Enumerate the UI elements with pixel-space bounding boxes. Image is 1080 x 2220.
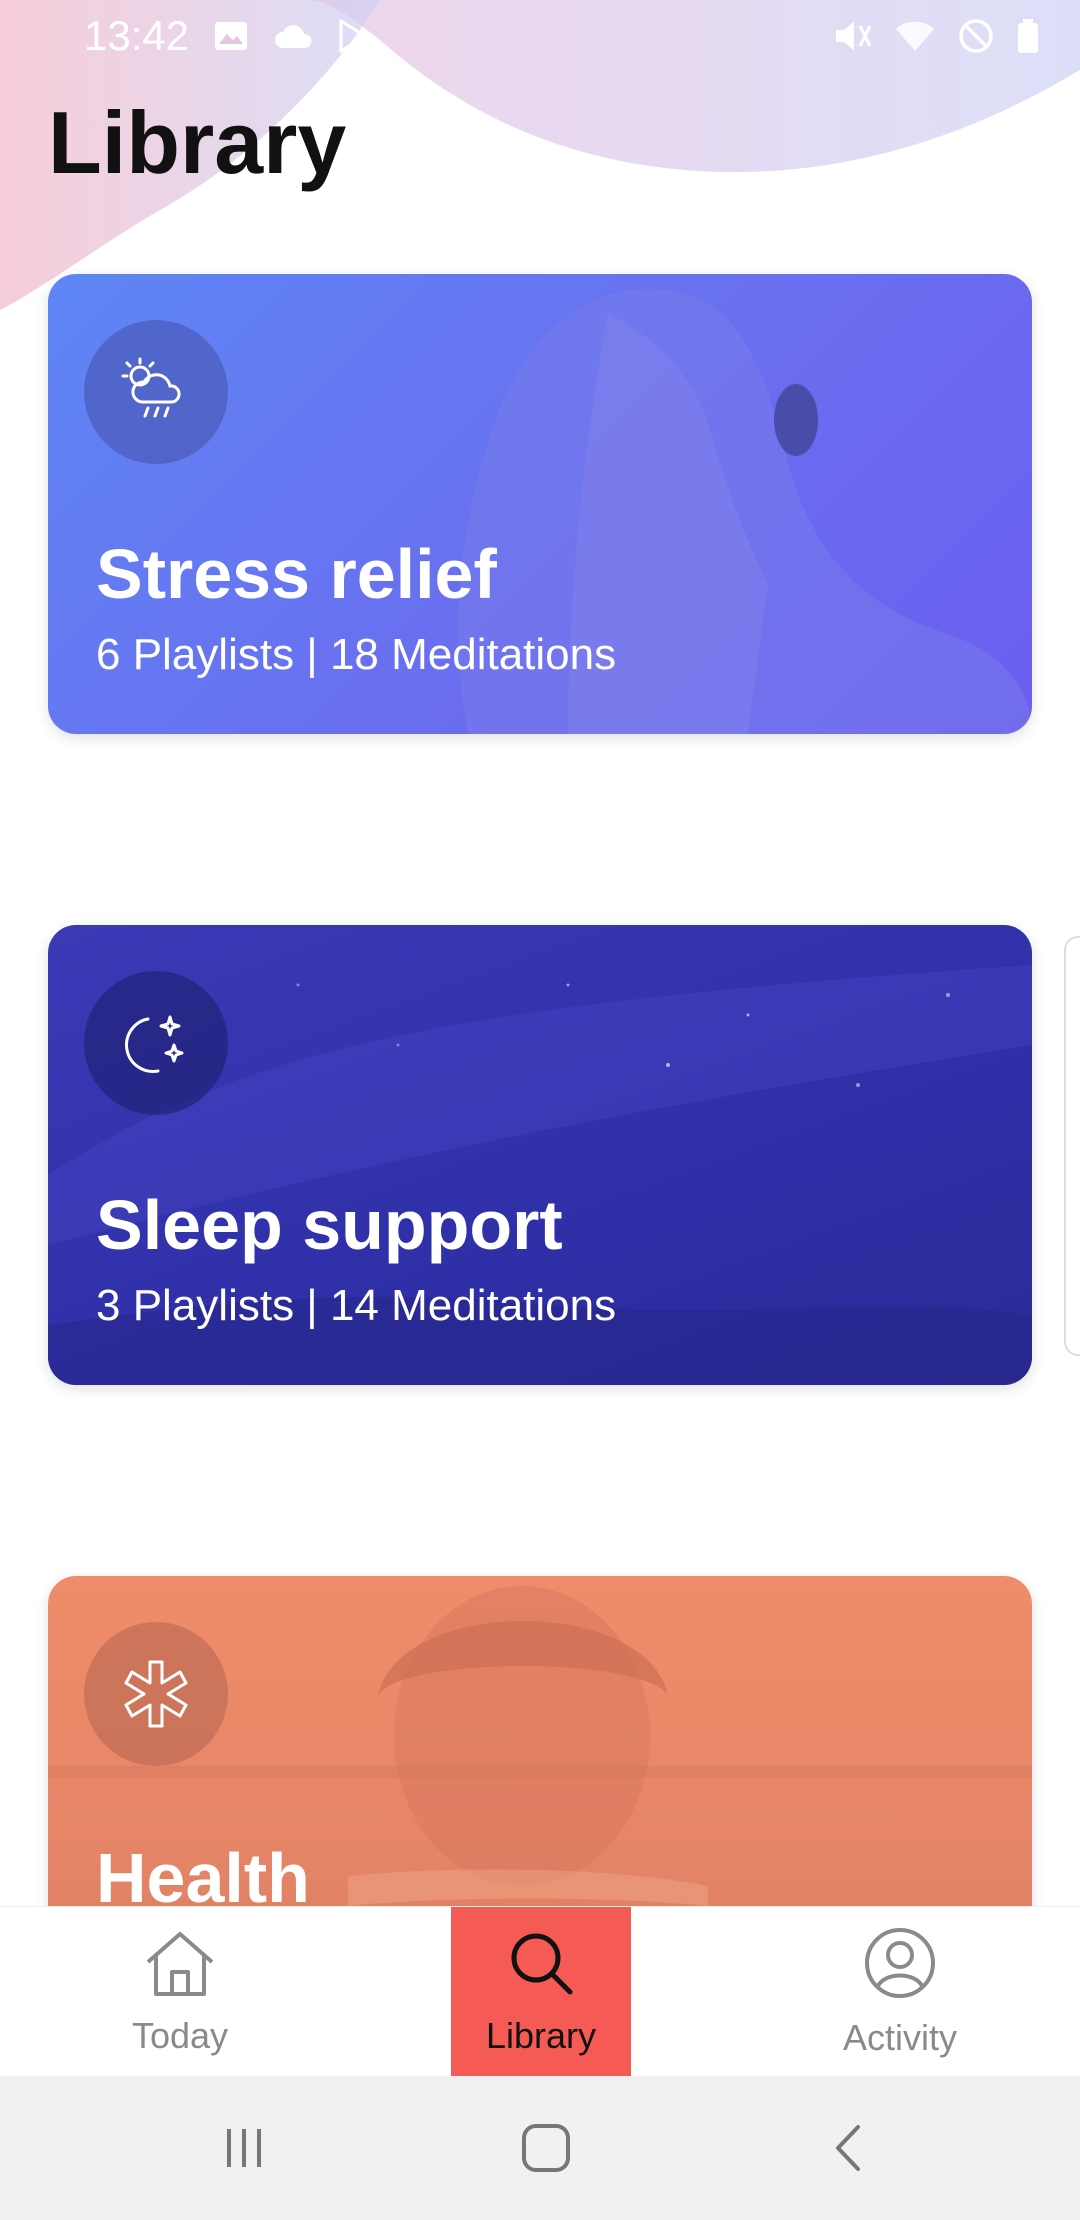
card-title: Stress relief bbox=[96, 535, 497, 613]
status-time: 13:42 bbox=[84, 12, 190, 59]
weather-storm-icon bbox=[84, 320, 228, 464]
recents-button[interactable] bbox=[204, 2116, 284, 2180]
category-card-sleep-support[interactable]: Sleep support 3 Playlists | 14 Meditatio… bbox=[48, 925, 1032, 1385]
battery-icon bbox=[1016, 18, 1040, 54]
status-bar: 13:42 bbox=[0, 0, 1080, 72]
home-button[interactable] bbox=[506, 2116, 586, 2180]
do-not-disturb-icon bbox=[958, 18, 994, 54]
nav-tab-library[interactable]: Library bbox=[451, 1907, 631, 2077]
moon-stars-icon bbox=[84, 971, 228, 1115]
nav-tab-activity[interactable]: Activity bbox=[810, 1907, 990, 2077]
mute-icon bbox=[832, 18, 872, 54]
nav-label-library: Library bbox=[485, 2014, 597, 2056]
card-subtitle: 6 Playlists | 18 Meditations bbox=[96, 630, 617, 679]
medical-asterisk-icon bbox=[84, 1622, 228, 1766]
card-title: Sleep support bbox=[96, 1186, 563, 1264]
play-store-icon bbox=[337, 19, 369, 53]
gallery-icon bbox=[213, 20, 249, 52]
next-card-peek bbox=[1064, 936, 1080, 1356]
page-title: Library bbox=[48, 93, 347, 192]
home-icon bbox=[140, 1928, 220, 2007]
back-button[interactable] bbox=[808, 2116, 888, 2180]
wifi-icon bbox=[894, 19, 936, 53]
category-card-stress-relief[interactable]: Stress relief 6 Playlists | 18 Meditatio… bbox=[48, 274, 1032, 734]
bottom-navigation: Today Library Activity bbox=[0, 1906, 1080, 2077]
system-navigation-bar bbox=[0, 2076, 1080, 2220]
nav-label-activity: Activity bbox=[842, 2016, 957, 2058]
user-circle-icon bbox=[863, 1926, 937, 2009]
cloud-icon bbox=[273, 22, 313, 50]
nav-label-today: Today bbox=[131, 2014, 229, 2056]
nav-tab-today[interactable]: Today bbox=[90, 1907, 270, 2077]
card-subtitle: 3 Playlists | 14 Meditations bbox=[96, 1281, 617, 1330]
search-icon bbox=[506, 1928, 576, 2007]
